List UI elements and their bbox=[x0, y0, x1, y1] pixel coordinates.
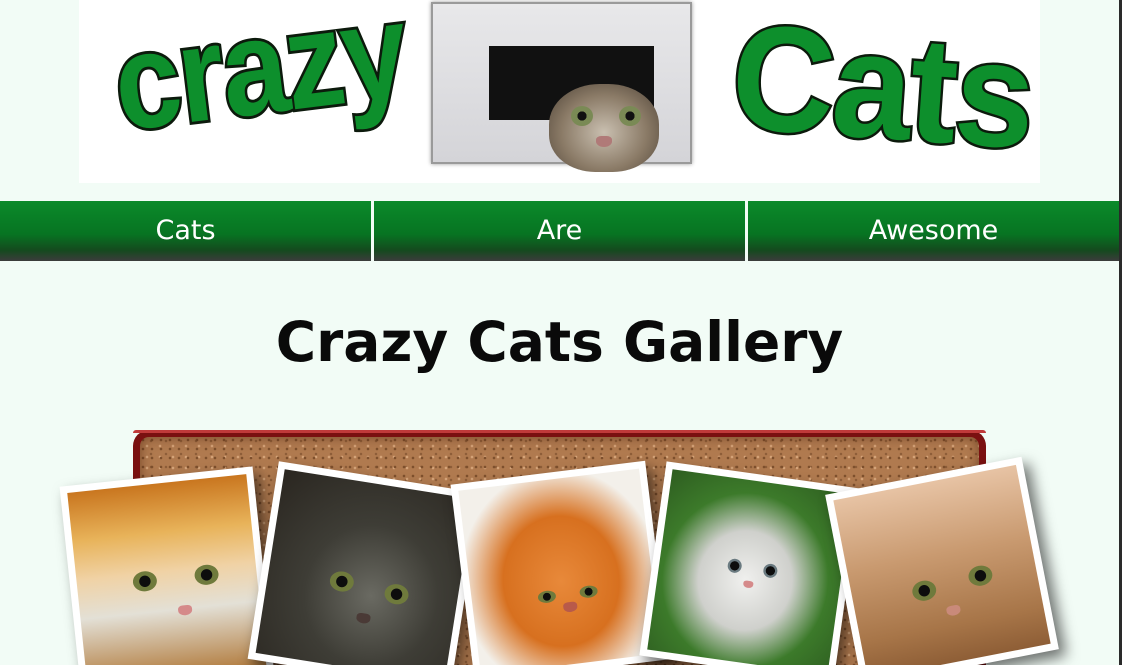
nav-item-are[interactable]: Are bbox=[371, 201, 745, 261]
main-nav: Cats Are Awesome bbox=[0, 201, 1119, 261]
cat-eye-left bbox=[571, 106, 593, 126]
cat-under-shelf-photo-icon bbox=[67, 474, 267, 665]
logo-word-cats: Cats bbox=[724, 0, 1041, 183]
page-title: Crazy Cats Gallery bbox=[275, 310, 844, 374]
gallery-photo-2[interactable] bbox=[247, 461, 482, 665]
grumpy-tabby-cat-photo-icon bbox=[255, 469, 474, 665]
tabby-cat-on-table-photo-icon bbox=[833, 464, 1051, 665]
gallery-photo-4[interactable] bbox=[639, 461, 861, 665]
gallery-photo-3[interactable] bbox=[450, 460, 670, 665]
nav-item-awesome[interactable]: Awesome bbox=[745, 201, 1119, 261]
logo-word-crazy: crazy bbox=[103, 0, 416, 163]
gallery-photo-5[interactable] bbox=[825, 456, 1059, 665]
white-kitten-in-flowers-photo-icon bbox=[647, 469, 853, 665]
nav-item-cats[interactable]: Cats bbox=[0, 201, 371, 261]
header-banner: crazy Cats bbox=[79, 0, 1041, 183]
cat-face-icon bbox=[549, 84, 659, 172]
cat-eye-right bbox=[619, 106, 641, 126]
cat-nose bbox=[596, 136, 612, 147]
logo-hole bbox=[489, 46, 659, 172]
gallery-photo-1[interactable] bbox=[59, 466, 275, 665]
logo-cat-photo bbox=[431, 2, 692, 172]
orange-persian-cat-photo-icon bbox=[458, 468, 662, 665]
